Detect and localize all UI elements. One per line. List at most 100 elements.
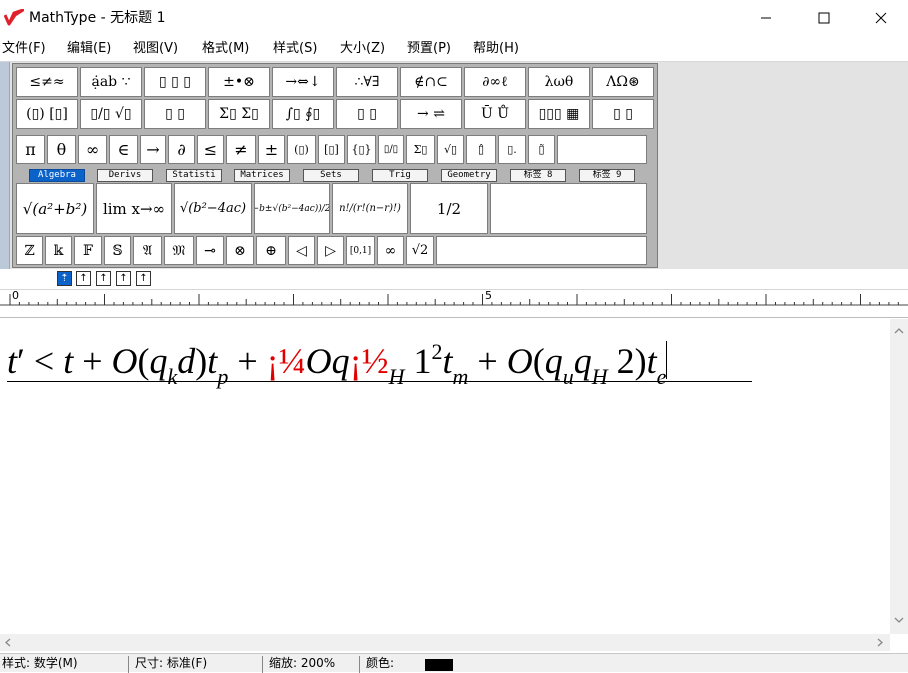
template-sub-superscript[interactable]: ▯̃ xyxy=(528,135,555,164)
color-swatch[interactable] xyxy=(425,659,453,671)
symbol-fraktur-a[interactable]: 𝔄 xyxy=(133,236,162,265)
maximize-button[interactable] xyxy=(795,0,853,36)
palette-labeled-arrows[interactable]: → ⇌ xyxy=(400,99,462,129)
eq-invalid-char: ¡½ xyxy=(349,341,389,381)
symbol-partial[interactable]: ∂ xyxy=(168,135,195,164)
horizontal-scrollbar[interactable] xyxy=(0,634,890,651)
symbol-circled-times[interactable]: ⊗ xyxy=(226,236,254,265)
palette-scripts[interactable]: ▯ ▯ xyxy=(144,99,206,129)
ruler[interactable]: 0 5 xyxy=(0,289,908,318)
menu-view[interactable]: 视图(V) xyxy=(133,41,178,57)
menu-help[interactable]: 帮助(H) xyxy=(473,41,519,57)
template-sqrt-sum-of-squares[interactable]: √(a²+b²) xyxy=(16,183,94,234)
palette-fractions-radicals[interactable]: ▯/▯ √▯ xyxy=(80,99,142,129)
palette-operators[interactable]: ±•⊗ xyxy=(208,67,270,97)
template-limit[interactable]: lim x→∞ xyxy=(96,183,172,234)
symbol-infinity[interactable]: ∞ xyxy=(78,135,107,164)
template-quadratic-formula[interactable]: (−b±√(b²−4ac))/2a xyxy=(254,183,330,234)
size-button-5[interactable]: ↑ xyxy=(136,271,151,286)
palette-misc-symbols[interactable]: ∂∞ℓ xyxy=(464,67,526,97)
symbol-pi[interactable]: π xyxy=(16,135,45,164)
symbol-right-triangle[interactable]: ▷ xyxy=(317,236,344,265)
symbol-double-f[interactable]: 𝔽 xyxy=(74,236,102,265)
template-parentheses[interactable]: (▯) xyxy=(287,135,316,164)
size-button-1[interactable]: ⇡ xyxy=(57,271,72,286)
palette-sums[interactable]: Σ▯ Σ▯ xyxy=(208,99,270,129)
symbol-double-z[interactable]: ℤ xyxy=(16,236,43,265)
palette-embellishments[interactable]: ▯ ▯ ▯ xyxy=(144,67,206,97)
menu-file[interactable]: 文件(F) xyxy=(2,41,46,57)
palette-greek-upper[interactable]: ΛΩ⊛ xyxy=(592,67,654,97)
tab-label-9[interactable]: 标签 9 xyxy=(579,169,635,182)
palette-spaces-ellipses[interactable]: ạ̇ab ∵ xyxy=(80,67,142,97)
menu-format[interactable]: 格式(M) xyxy=(202,41,249,57)
scroll-up-icon[interactable] xyxy=(890,323,908,339)
size-button-4[interactable]: ↑ xyxy=(116,271,131,286)
size-button-3[interactable]: ↑ xyxy=(96,271,111,286)
status-size[interactable]: 尺寸: 标准(F) xyxy=(128,656,207,673)
palette-boxes[interactable]: ▯ ▯ xyxy=(592,99,654,129)
symbol-theta[interactable]: θ xyxy=(47,135,76,164)
symbol-double-s[interactable]: 𝕊 xyxy=(104,236,131,265)
template-fraction[interactable]: ▯/▯ xyxy=(378,135,404,164)
symbol-closed-interval[interactable]: [0,1] xyxy=(346,236,375,265)
template-braces[interactable]: {▯} xyxy=(347,135,376,164)
symbol-less-equal[interactable]: ≤ xyxy=(197,135,224,164)
palette-sets[interactable]: ∉∩⊂ xyxy=(400,67,462,97)
ruler-label-5: 5 xyxy=(485,289,492,302)
tab-statistics[interactable]: Statisti xyxy=(166,169,222,182)
status-style[interactable]: 样式: 数学(M) xyxy=(0,656,78,673)
palette-bars[interactable]: ▯ ▯ xyxy=(336,99,398,129)
menu-size[interactable]: 大小(Z) xyxy=(340,41,385,57)
symbol-double-k[interactable]: 𝕜 xyxy=(45,236,72,265)
menu-preferences[interactable]: 预置(P) xyxy=(407,41,451,57)
symbol-left-triangle[interactable]: ◁ xyxy=(288,236,315,265)
palette-fences[interactable]: (▯) [▯] xyxy=(16,99,78,129)
symbol-multimap[interactable]: ⊸ xyxy=(196,236,224,265)
tab-sets[interactable]: Sets xyxy=(303,169,359,182)
template-discriminant[interactable]: √(b²−4ac) xyxy=(174,183,252,234)
close-button[interactable] xyxy=(852,0,908,36)
status-zoom[interactable]: 缩放: 200% xyxy=(262,656,335,673)
symbol-infinity-2[interactable]: ∞ xyxy=(377,236,404,265)
symbol-sqrt-two[interactable]: √2 xyxy=(406,236,434,265)
minimize-button[interactable] xyxy=(737,0,795,36)
template-sqrt[interactable]: √▯ xyxy=(437,135,464,164)
template-superscript[interactable]: ▯̂ xyxy=(466,135,496,164)
template-brackets[interactable]: [▯] xyxy=(318,135,345,164)
palette-greek-lower[interactable]: λωθ xyxy=(528,67,590,97)
tab-matrices[interactable]: Matrices xyxy=(234,169,290,182)
empty-template-slot[interactable] xyxy=(490,183,647,234)
empty-quick-slot[interactable] xyxy=(557,135,647,164)
template-sum[interactable]: Σ▯ xyxy=(406,135,435,164)
tab-algebra[interactable]: Algebra xyxy=(29,169,85,182)
symbol-circled-plus[interactable]: ⊕ xyxy=(256,236,286,265)
vertical-scrollbar[interactable] xyxy=(890,319,908,634)
palette-relations[interactable]: ≤≠≈ xyxy=(16,67,78,97)
palette-products[interactable]: Ū Ů xyxy=(464,99,526,129)
symbol-plus-minus[interactable]: ± xyxy=(258,135,285,164)
palette-arrows[interactable]: →⇔↓ xyxy=(272,67,334,97)
scroll-right-icon[interactable] xyxy=(872,634,888,651)
tab-derivs[interactable]: Derivs xyxy=(97,169,153,182)
menu-edit[interactable]: 编辑(E) xyxy=(67,41,111,57)
tab-geometry[interactable]: Geometry xyxy=(441,169,497,182)
symbol-not-equal[interactable]: ≠ xyxy=(226,135,256,164)
palette-integrals[interactable]: ∫▯ ∮▯ xyxy=(272,99,334,129)
template-one-half[interactable]: 1/2 xyxy=(410,183,488,234)
tab-trig[interactable]: Trig xyxy=(372,169,428,182)
menu-style[interactable]: 样式(S) xyxy=(273,41,317,57)
template-binomial[interactable]: n!/(r!(n−r)!) xyxy=(332,183,408,234)
tab-label-8[interactable]: 标签 8 xyxy=(510,169,566,182)
symbol-right-arrow[interactable]: → xyxy=(140,135,166,164)
template-subscript[interactable]: ▯. xyxy=(498,135,526,164)
empty-symbol-slot[interactable] xyxy=(436,236,647,265)
symbol-fraktur-m[interactable]: 𝔐 xyxy=(164,236,194,265)
scroll-down-icon[interactable] xyxy=(890,612,908,628)
equation-content[interactable]: t′ < t + O(qkd)tp + ¡¼Oq¡½H 12tm + O(quq… xyxy=(7,330,752,389)
palette-logic[interactable]: ∴∀∃ xyxy=(336,67,398,97)
size-button-2[interactable]: ↑ xyxy=(76,271,91,286)
scroll-left-icon[interactable] xyxy=(0,634,16,651)
palette-matrices[interactable]: ▯▯▯ ▦ xyxy=(528,99,590,129)
symbol-element-of[interactable]: ∈ xyxy=(109,135,138,164)
